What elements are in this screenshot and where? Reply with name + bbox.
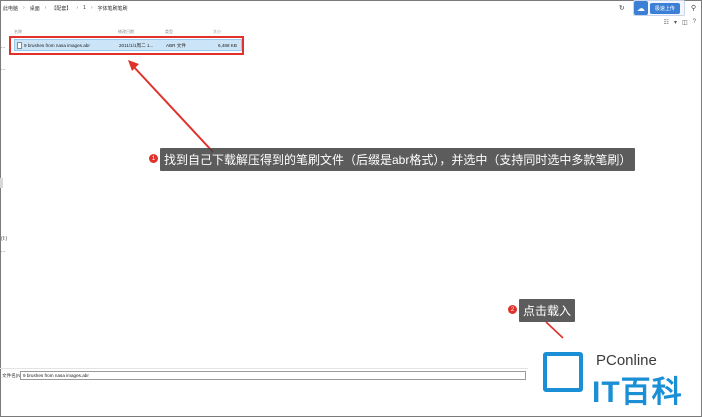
column-header-size[interactable]: 大小 <box>213 29 221 35</box>
view-options: ☷ ▾ ◫ ? <box>664 17 696 27</box>
breadcrumb-item-1[interactable]: 1 <box>83 5 86 11</box>
callout-step-1: 找到自己下载解压得到的笔刷文件（后缀是abr格式），并选中（支持同时选中多款笔刷… <box>160 148 636 171</box>
chevron-right-icon: › <box>44 5 47 11</box>
breadcrumb-item-desktop[interactable]: 桌面 <box>30 5 40 12</box>
watermark-itbaike: IT百科 <box>592 376 683 409</box>
upload-button[interactable]: 极速上传 <box>649 2 680 14</box>
breadcrumb: 此电脑 › 桌面 › 【配套】 › 1 › 字体笔刷笔刷 <box>0 5 128 12</box>
search-icon[interactable]: ⚲ <box>691 4 696 12</box>
step-badge-2: 2 <box>508 305 517 314</box>
nav-pane-fragment[interactable]: ... <box>1 44 5 50</box>
nav-pane-fragment[interactable]: ... <box>1 248 5 254</box>
chevron-right-icon: › <box>76 5 79 11</box>
chevron-down-icon[interactable]: ▾ <box>674 19 677 26</box>
nav-pane-fragment[interactable]: (I:) <box>1 236 7 242</box>
highlight-box <box>9 36 244 55</box>
preview-pane-icon[interactable]: ◫ <box>682 19 688 26</box>
address-bar: 此电脑 › 桌面 › 【配套】 › 1 › 字体笔刷笔刷 ↻ ☁ 极速上传 ⚲ <box>0 0 700 16</box>
chevron-right-icon: › <box>90 5 93 11</box>
column-header-name[interactable]: 名称 <box>14 29 22 35</box>
view-mode-icon[interactable]: ☷ <box>664 19 669 26</box>
chevron-right-icon: › <box>23 5 25 11</box>
nav-pane-fragment[interactable]: ... <box>1 66 5 72</box>
nav-pane-scrollbar[interactable] <box>0 178 3 188</box>
cloud-upload-widget[interactable]: ☁ 极速上传 <box>632 0 685 16</box>
filename-input[interactable] <box>20 371 526 380</box>
cloud-icon: ☁ <box>633 1 648 15</box>
top-right-controls: ↻ ☁ 极速上传 ⚲ <box>617 0 696 16</box>
breadcrumb-item-current[interactable]: 字体笔刷笔刷 <box>98 5 128 12</box>
breadcrumb-item-bundle[interactable]: 【配套】 <box>51 5 71 12</box>
callout-step-2: 点击载入 <box>519 299 576 322</box>
column-header-modified[interactable]: 修改日期 <box>118 29 134 35</box>
refresh-icon[interactable]: ↻ <box>617 4 627 12</box>
pconline-logo <box>543 352 583 392</box>
breadcrumb-item-this-pc[interactable]: 此电脑 <box>3 5 18 12</box>
column-header-type[interactable]: 类型 <box>165 29 173 35</box>
filename-bar: 文件名(N): <box>0 368 528 382</box>
help-icon[interactable]: ? <box>693 19 696 25</box>
step-badge-1: 1 <box>149 154 158 163</box>
